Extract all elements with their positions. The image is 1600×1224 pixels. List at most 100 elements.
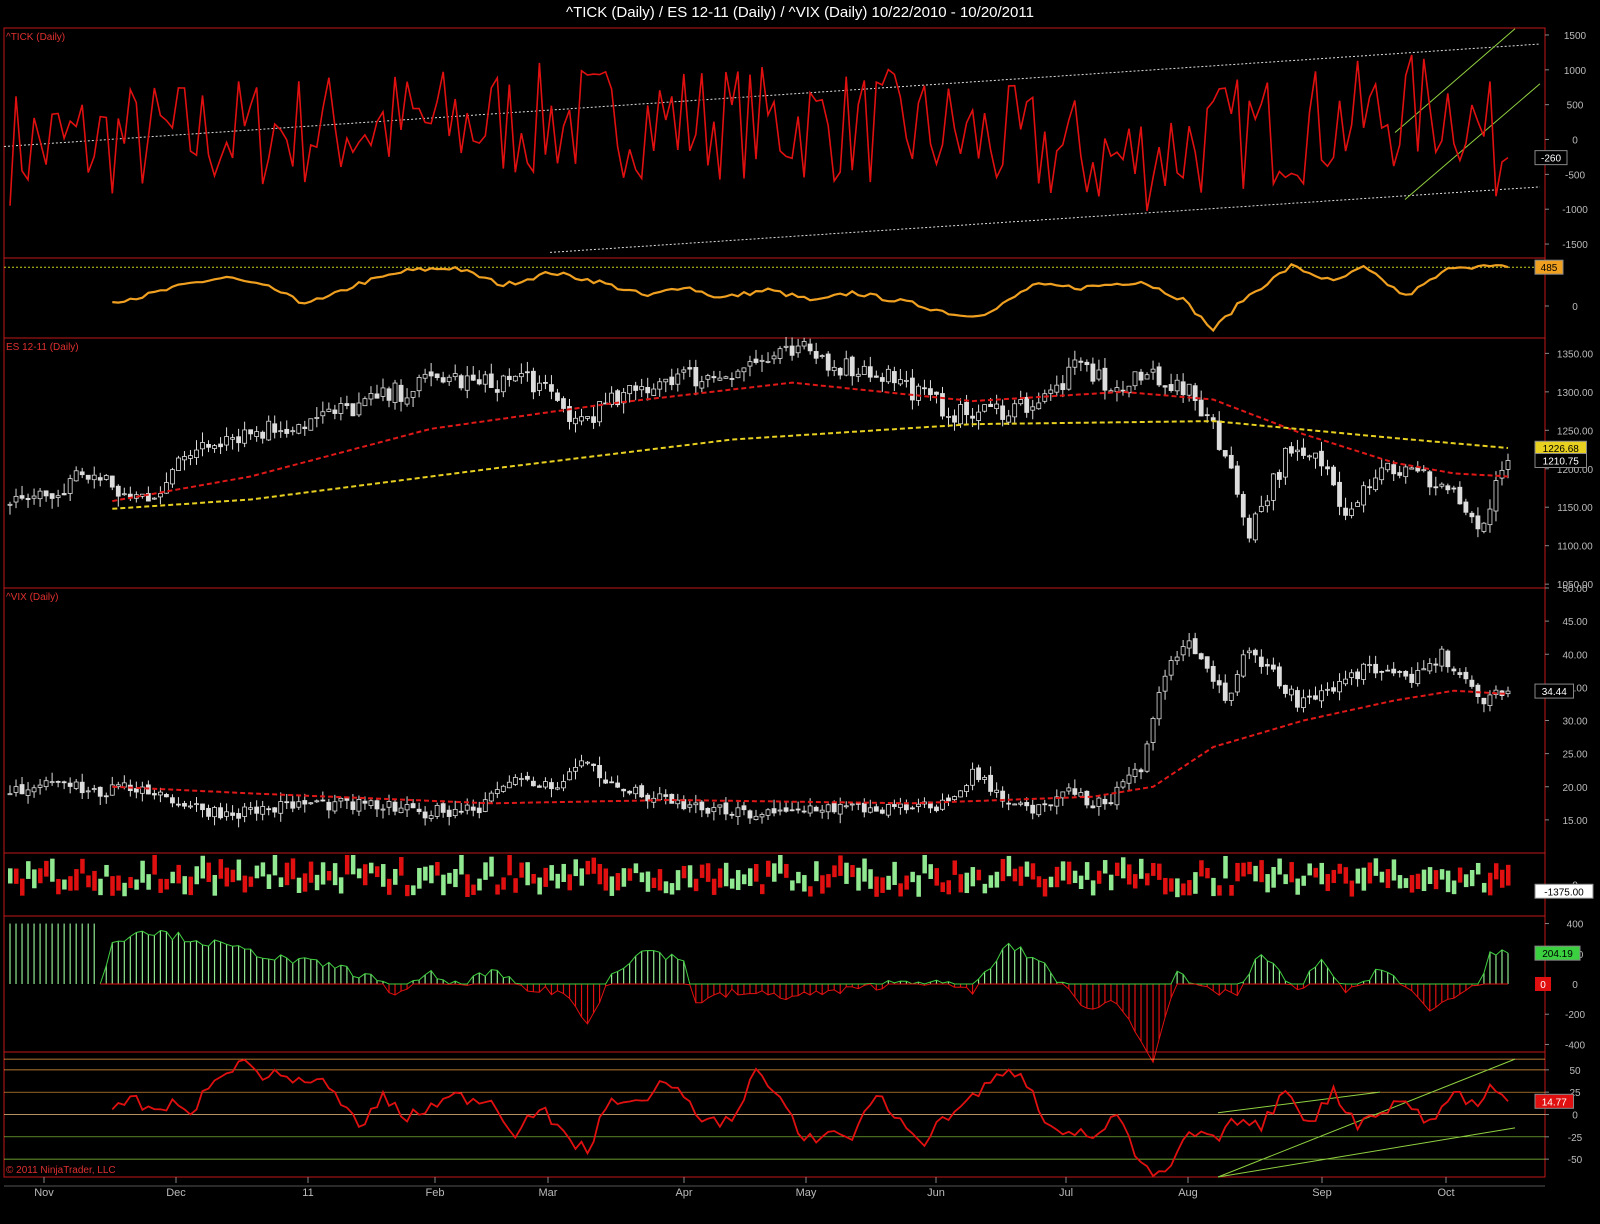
candle-body bbox=[1270, 664, 1276, 670]
candle-body bbox=[1168, 384, 1174, 391]
volume-bar bbox=[603, 868, 609, 891]
volume-bar bbox=[1072, 870, 1078, 884]
candle-body bbox=[1481, 522, 1487, 532]
candle-body bbox=[49, 781, 55, 784]
volume-bar bbox=[368, 862, 374, 874]
candle-body bbox=[314, 417, 320, 419]
candle-body bbox=[260, 431, 266, 439]
candle-body bbox=[1132, 768, 1138, 777]
candle-body bbox=[645, 386, 651, 394]
candle-body bbox=[717, 804, 723, 808]
volume-bar bbox=[344, 855, 350, 875]
candle-body bbox=[1192, 638, 1198, 655]
candle-body bbox=[1391, 464, 1397, 475]
volume-bar bbox=[194, 866, 199, 885]
volume-bar bbox=[1247, 861, 1252, 875]
volume-bar bbox=[1090, 880, 1096, 896]
volume-bar bbox=[898, 883, 903, 897]
candle-body bbox=[1156, 366, 1162, 386]
candle-body bbox=[1445, 650, 1451, 668]
volume-bar bbox=[964, 872, 970, 894]
candle-body bbox=[855, 373, 861, 377]
candle-body bbox=[831, 366, 837, 372]
candle-body bbox=[585, 761, 590, 764]
volume-bar bbox=[1114, 862, 1120, 876]
volume-bar bbox=[784, 863, 789, 878]
volume-bar bbox=[164, 878, 169, 890]
candle-body bbox=[1162, 385, 1168, 388]
candle-body bbox=[1343, 678, 1348, 685]
volume-bar bbox=[1000, 858, 1006, 882]
volume-bar bbox=[645, 871, 651, 892]
candle-body bbox=[1228, 454, 1234, 469]
candle-body bbox=[428, 371, 434, 377]
candle-body bbox=[1240, 654, 1246, 677]
candle-body bbox=[320, 799, 326, 802]
candle-body bbox=[1222, 682, 1228, 701]
candle-body bbox=[946, 797, 951, 802]
candle-body bbox=[681, 369, 687, 373]
candle-body bbox=[651, 388, 657, 396]
volume-bar bbox=[579, 868, 585, 886]
candle-body bbox=[928, 388, 933, 396]
candle-body bbox=[789, 809, 795, 812]
candle-body bbox=[988, 403, 994, 408]
volume-bar bbox=[874, 876, 879, 897]
candle-body bbox=[1240, 494, 1246, 518]
y-tick-label: 45.00 bbox=[1562, 617, 1587, 628]
candle-body bbox=[753, 358, 759, 363]
sma-slow-line bbox=[112, 420, 1509, 510]
candle-body bbox=[735, 807, 741, 818]
candle-body bbox=[825, 353, 831, 371]
volume-bar bbox=[663, 881, 669, 894]
volume-bar bbox=[1427, 867, 1433, 884]
candle-body bbox=[392, 382, 398, 403]
volume-bar bbox=[248, 876, 254, 887]
volume-bar bbox=[338, 877, 344, 894]
candle-body bbox=[885, 368, 891, 383]
candle-body bbox=[765, 809, 771, 816]
candle-body bbox=[422, 373, 428, 379]
candle-body bbox=[1030, 406, 1036, 411]
candle-body bbox=[1054, 384, 1060, 393]
x-tick-label: Apr bbox=[675, 1187, 692, 1199]
y-tick-label: 50 bbox=[1569, 1066, 1581, 1077]
volume-bar bbox=[796, 871, 801, 884]
volume-bar bbox=[1463, 874, 1469, 888]
y-tick-label: 0 bbox=[1572, 980, 1578, 991]
trading-chart[interactable]: 150010005000-500-1000-1500^TICK (Daily)-… bbox=[0, 0, 1600, 1224]
candle-body bbox=[224, 436, 229, 446]
candle-body bbox=[1090, 363, 1096, 382]
candle-body bbox=[302, 426, 308, 430]
y-tick-label: -1500 bbox=[1562, 240, 1588, 251]
candle-body bbox=[1144, 374, 1150, 380]
volume-bar bbox=[1024, 861, 1030, 877]
volume-bar bbox=[435, 861, 440, 876]
volume-bar bbox=[1391, 859, 1397, 881]
candle-body bbox=[807, 343, 813, 352]
volume-bar bbox=[278, 877, 284, 888]
candle-body bbox=[1270, 473, 1276, 501]
y-tick-label: -50 bbox=[1568, 1155, 1583, 1166]
last-value-badge: -1375.00 bbox=[1544, 887, 1584, 898]
candle-body bbox=[1276, 472, 1282, 480]
volume-bar bbox=[1193, 872, 1198, 894]
pane-border bbox=[3, 337, 1546, 589]
candle-body bbox=[970, 768, 975, 786]
volume-bar bbox=[80, 858, 85, 874]
volume-bar bbox=[1018, 866, 1024, 886]
candle-body bbox=[356, 402, 362, 416]
candle-body bbox=[1493, 480, 1499, 512]
candle-body bbox=[1421, 469, 1427, 472]
candle-body bbox=[687, 804, 693, 808]
candle-body bbox=[537, 382, 542, 391]
candle-body bbox=[7, 793, 13, 796]
candle-body bbox=[133, 788, 139, 793]
candle-body bbox=[819, 809, 825, 813]
candle-body bbox=[1180, 646, 1186, 656]
volume-bar bbox=[1042, 878, 1048, 897]
candle-body bbox=[687, 367, 693, 370]
candle-body bbox=[410, 390, 416, 398]
sma-fast-line bbox=[112, 381, 1509, 503]
candle-body bbox=[13, 786, 19, 793]
